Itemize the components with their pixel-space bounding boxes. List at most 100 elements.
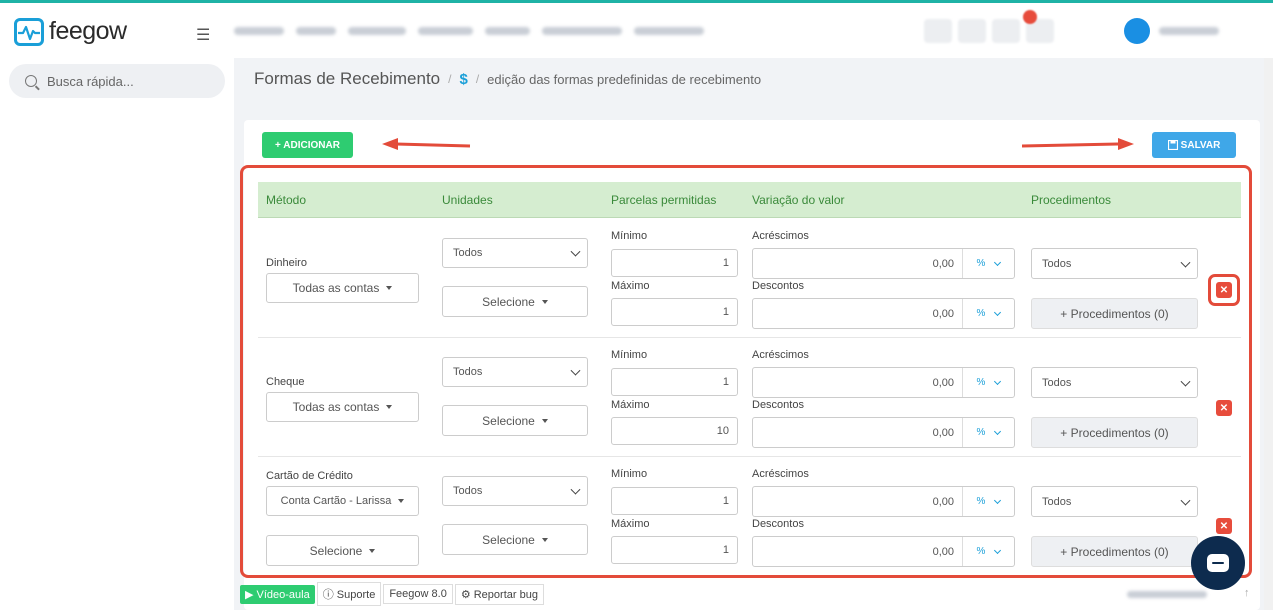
percent-dropdown[interactable]: % [962,537,1014,566]
max-installments-input[interactable]: 10 [611,417,738,445]
nav-item-blurred[interactable] [418,27,473,35]
account-dropdown[interactable]: Todas as contas [266,392,419,422]
add-procedures-button[interactable]: + Procedimentos (0) [1031,298,1198,329]
increase-input[interactable]: 0,00% [752,486,1015,517]
percent-dropdown[interactable]: % [962,487,1014,516]
discount-input[interactable]: 0,00% [752,298,1015,329]
units-select[interactable]: Todos [442,357,588,387]
delete-row-button[interactable]: ✕ [1216,518,1232,534]
account-secondary-dropdown[interactable]: Selecione [266,535,419,566]
video-tutorial-button[interactable]: ▶ Vídeo-aula [240,584,315,604]
add-procedures-button[interactable]: + Procedimentos (0) [1031,536,1198,567]
percent-dropdown[interactable]: % [962,418,1014,447]
version-label: Feegow 8.0 [383,584,453,604]
menu-toggle-icon[interactable]: ☰ [196,25,210,45]
max-installments-input[interactable]: 1 [611,536,738,564]
units-multiselect[interactable]: Selecione [442,405,588,436]
user-name-blurred[interactable] [1159,27,1219,35]
increase-label: Acréscimos [752,349,809,361]
search-placeholder: Busca rápida... [47,73,134,89]
save-button-label: SALVAR [1180,139,1221,151]
nav-item-blurred[interactable] [485,27,530,35]
procedures-select[interactable]: Todos [1031,367,1198,398]
units-multiselect[interactable]: Selecione [442,286,588,317]
add-procedures-button[interactable]: + Procedimentos (0) [1031,417,1198,448]
nav-item-blurred[interactable] [634,27,704,35]
discount-input[interactable]: 0,00% [752,536,1015,567]
notifications-icon[interactable] [992,19,1020,43]
column-header-unidades: Unidades [442,193,493,207]
discount-label: Descontos [752,399,804,411]
page-title: Formas de Recebimento [254,69,441,88]
max-label: Máximo [611,280,650,292]
min-label: Mínimo [611,349,648,361]
nav-item-blurred[interactable] [348,27,406,35]
add-button[interactable]: + ADICIONAR [262,132,353,158]
chat-button[interactable] [1191,536,1245,590]
discount-label: Descontos [752,518,804,530]
procedures-select[interactable]: Todos [1031,486,1198,517]
support-link[interactable]: ⓘ Suporte [316,582,382,606]
column-header-variacao: Variação do valor [752,193,845,207]
main-content: Formas de Recebimento / $ / edição das f… [234,58,1273,610]
save-button[interactable]: SALVAR [1152,132,1236,158]
logo-heartbeat-icon [14,17,44,46]
avatar[interactable] [1124,18,1150,44]
logo-text: feegow [49,17,127,45]
max-label: Máximo [611,399,650,411]
account-dropdown[interactable]: Todas as contas [266,273,419,303]
percent-dropdown[interactable]: % [962,299,1014,328]
nav-item-blurred[interactable] [296,27,336,35]
quick-search-input[interactable]: Busca rápida... [9,64,225,98]
discount-label: Descontos [752,280,804,292]
nav-icon-button[interactable] [924,19,952,43]
top-navigation [234,3,1273,58]
table-row: Cartão de Crédito Conta Cartão - Larissa… [258,457,1241,576]
discount-input[interactable]: 0,00% [752,417,1015,448]
increase-input[interactable]: 0,00% [752,367,1015,398]
nav-item-blurred[interactable] [542,27,622,35]
chat-icon [1207,554,1229,572]
delete-row-button[interactable]: ✕ [1216,282,1232,298]
page-scrollbar[interactable] [1264,58,1273,610]
max-label: Máximo [611,518,650,530]
report-bug-link[interactable]: ⚙ Reportar bug [454,583,544,605]
breadcrumb-separator: / [448,72,452,86]
method-name: Cheque [266,376,305,388]
sidebar: feegow ☰ Busca rápida... [0,3,234,610]
table-header: Método Unidades Parcelas permitidas Vari… [258,182,1241,218]
annotation-arrow-right [1022,138,1134,150]
notification-badge [1023,10,1037,24]
min-installments-input[interactable]: 1 [611,368,738,396]
table-row: Cheque Todas as contas Todos Selecione M… [258,338,1241,457]
breadcrumb-separator: / [475,72,480,86]
annotation-arrow-left [382,138,471,150]
units-select[interactable]: Todos [442,476,588,506]
percent-dropdown[interactable]: % [962,249,1014,278]
breadcrumb-subtitle: edição das formas predefinidas de recebi… [487,71,762,87]
increase-input[interactable]: 0,00% [752,248,1015,279]
method-name: Dinheiro [266,257,307,269]
search-icon [25,75,37,87]
units-multiselect[interactable]: Selecione [442,524,588,555]
percent-dropdown[interactable]: % [962,368,1014,397]
nav-item-blurred[interactable] [234,27,284,35]
method-name: Cartão de Crédito [266,470,353,482]
increase-label: Acréscimos [752,468,809,480]
delete-row-button[interactable]: ✕ [1216,400,1232,416]
nav-icon-button[interactable] [958,19,986,43]
footer-bar: ▶ Vídeo-aula ⓘ Suporte Feegow 8.0 ⚙ Repo… [240,582,544,606]
scroll-up-icon[interactable]: ↑ [1244,587,1250,599]
max-installments-input[interactable]: 1 [611,298,738,326]
dollar-icon[interactable]: $ [459,71,467,88]
min-label: Mínimo [611,468,648,480]
procedures-select[interactable]: Todos [1031,248,1198,279]
min-installments-input[interactable]: 1 [611,249,738,277]
footer-info-blurred [1127,591,1207,598]
account-dropdown[interactable]: Conta Cartão - Larissa [266,486,419,516]
min-installments-input[interactable]: 1 [611,487,738,515]
column-header-procedimentos: Procedimentos [1031,193,1112,207]
table-row: Dinheiro Todas as contas Todos Selecione… [258,219,1241,338]
units-select[interactable]: Todos [442,238,588,268]
feegow-logo[interactable]: feegow [14,17,127,46]
